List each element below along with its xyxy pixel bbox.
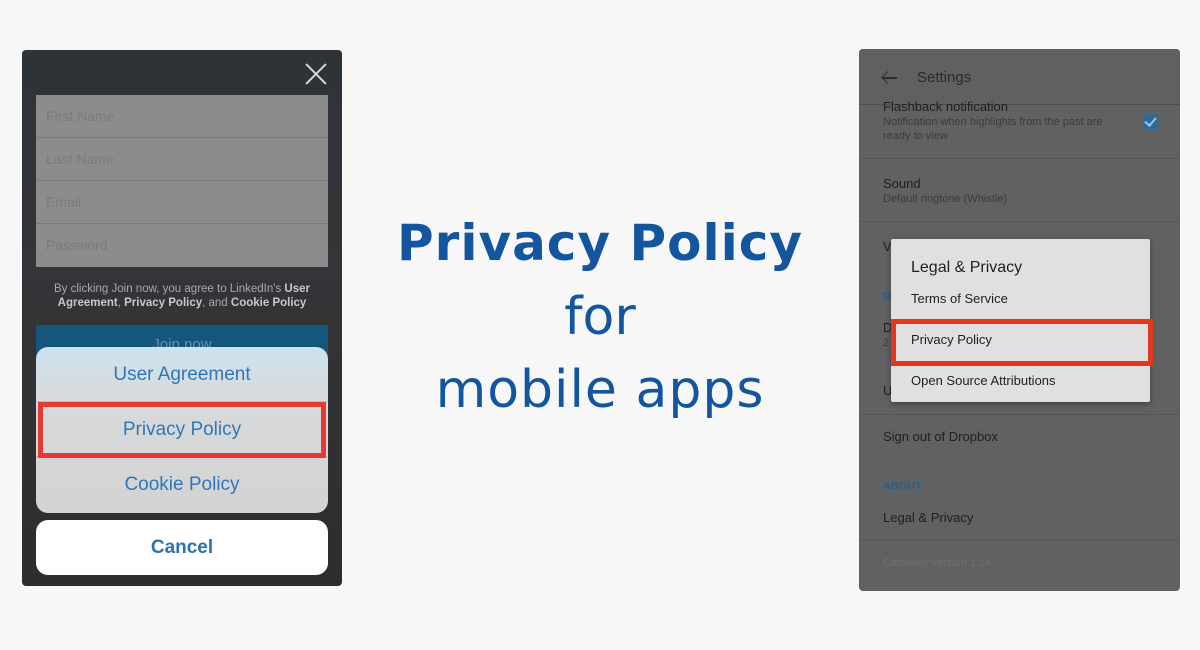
password-field[interactable]: Password bbox=[36, 224, 328, 267]
divider bbox=[859, 414, 1180, 415]
carousel-settings-screenshot: Settings Flashback notification Notifica… bbox=[859, 49, 1180, 591]
version-text: Carousel Version 1.14 bbox=[883, 556, 991, 570]
privacy-policy-link[interactable]: Privacy Policy bbox=[124, 297, 202, 309]
headline: Privacy Policy for mobile apps bbox=[380, 205, 820, 427]
dialog-open-source-attributions[interactable]: Open Source Attributions bbox=[911, 373, 1056, 388]
divider bbox=[859, 158, 1180, 159]
linkedin-signup-screenshot: First Name Last Name Email Password By c… bbox=[22, 50, 342, 586]
agreement-text: By clicking Join now, you agree to Linke… bbox=[36, 282, 328, 310]
setting-label: Flashback notification bbox=[883, 99, 1009, 114]
setting-label: Sign out of Dropbox bbox=[883, 429, 998, 444]
divider bbox=[859, 221, 1180, 222]
action-cookie-policy[interactable]: Cookie Policy bbox=[36, 457, 328, 512]
section-header-about: ABOUT bbox=[883, 480, 922, 492]
action-sheet: User Agreement Privacy Policy Cookie Pol… bbox=[36, 347, 328, 513]
setting-sub: Default ringtone (Whistle) bbox=[883, 193, 1008, 205]
headline-line-3: mobile apps bbox=[435, 360, 765, 420]
action-privacy-policy[interactable]: Privacy Policy bbox=[36, 402, 328, 458]
agreement-sep: , and bbox=[202, 297, 231, 309]
last-name-field[interactable]: Last Name bbox=[36, 138, 328, 181]
dialog-terms-of-service[interactable]: Terms of Service bbox=[911, 291, 1008, 306]
back-arrow-icon[interactable] bbox=[881, 71, 897, 85]
divider bbox=[859, 539, 1180, 540]
privacy-policy-highlight-box bbox=[891, 319, 1153, 366]
app-bar-title: Settings bbox=[917, 69, 972, 86]
setting-label: Legal & Privacy bbox=[883, 510, 974, 525]
first-name-field[interactable]: First Name bbox=[36, 95, 328, 138]
setting-sub: Notification when highlights from the pa… bbox=[883, 116, 1103, 142]
headline-line-2: for bbox=[564, 287, 636, 347]
setting-label: Sound bbox=[883, 176, 921, 191]
setting-sound[interactable]: Sound Default ringtone (Whistle) bbox=[883, 176, 1007, 206]
agreement-prefix: By clicking Join now, you agree to Linke… bbox=[54, 283, 285, 295]
legal-privacy-dialog: Legal & Privacy Terms of Service Privacy… bbox=[891, 239, 1153, 402]
email-field[interactable]: Email bbox=[36, 181, 328, 224]
setting-flashback[interactable]: Flashback notification Notification when… bbox=[883, 99, 1133, 143]
version-label: Carousel Version 1.14 bbox=[883, 557, 992, 569]
section-header-partial: D bbox=[883, 290, 891, 302]
dialog-title: Legal & Privacy bbox=[911, 259, 1023, 276]
headline-line-1: Privacy Policy bbox=[397, 214, 803, 272]
setting-legal-privacy[interactable]: Legal & Privacy bbox=[883, 510, 973, 526]
flashback-checkbox[interactable] bbox=[1143, 114, 1158, 129]
cookie-policy-link[interactable]: Cookie Policy bbox=[231, 297, 306, 309]
setting-sign-out[interactable]: Sign out of Dropbox bbox=[883, 429, 998, 445]
cancel-button[interactable]: Cancel bbox=[36, 520, 328, 575]
app-bar: Settings bbox=[859, 49, 1180, 105]
action-user-agreement[interactable]: User Agreement bbox=[36, 347, 328, 402]
close-icon[interactable] bbox=[304, 62, 328, 86]
signup-form: First Name Last Name Email Password bbox=[36, 95, 328, 267]
